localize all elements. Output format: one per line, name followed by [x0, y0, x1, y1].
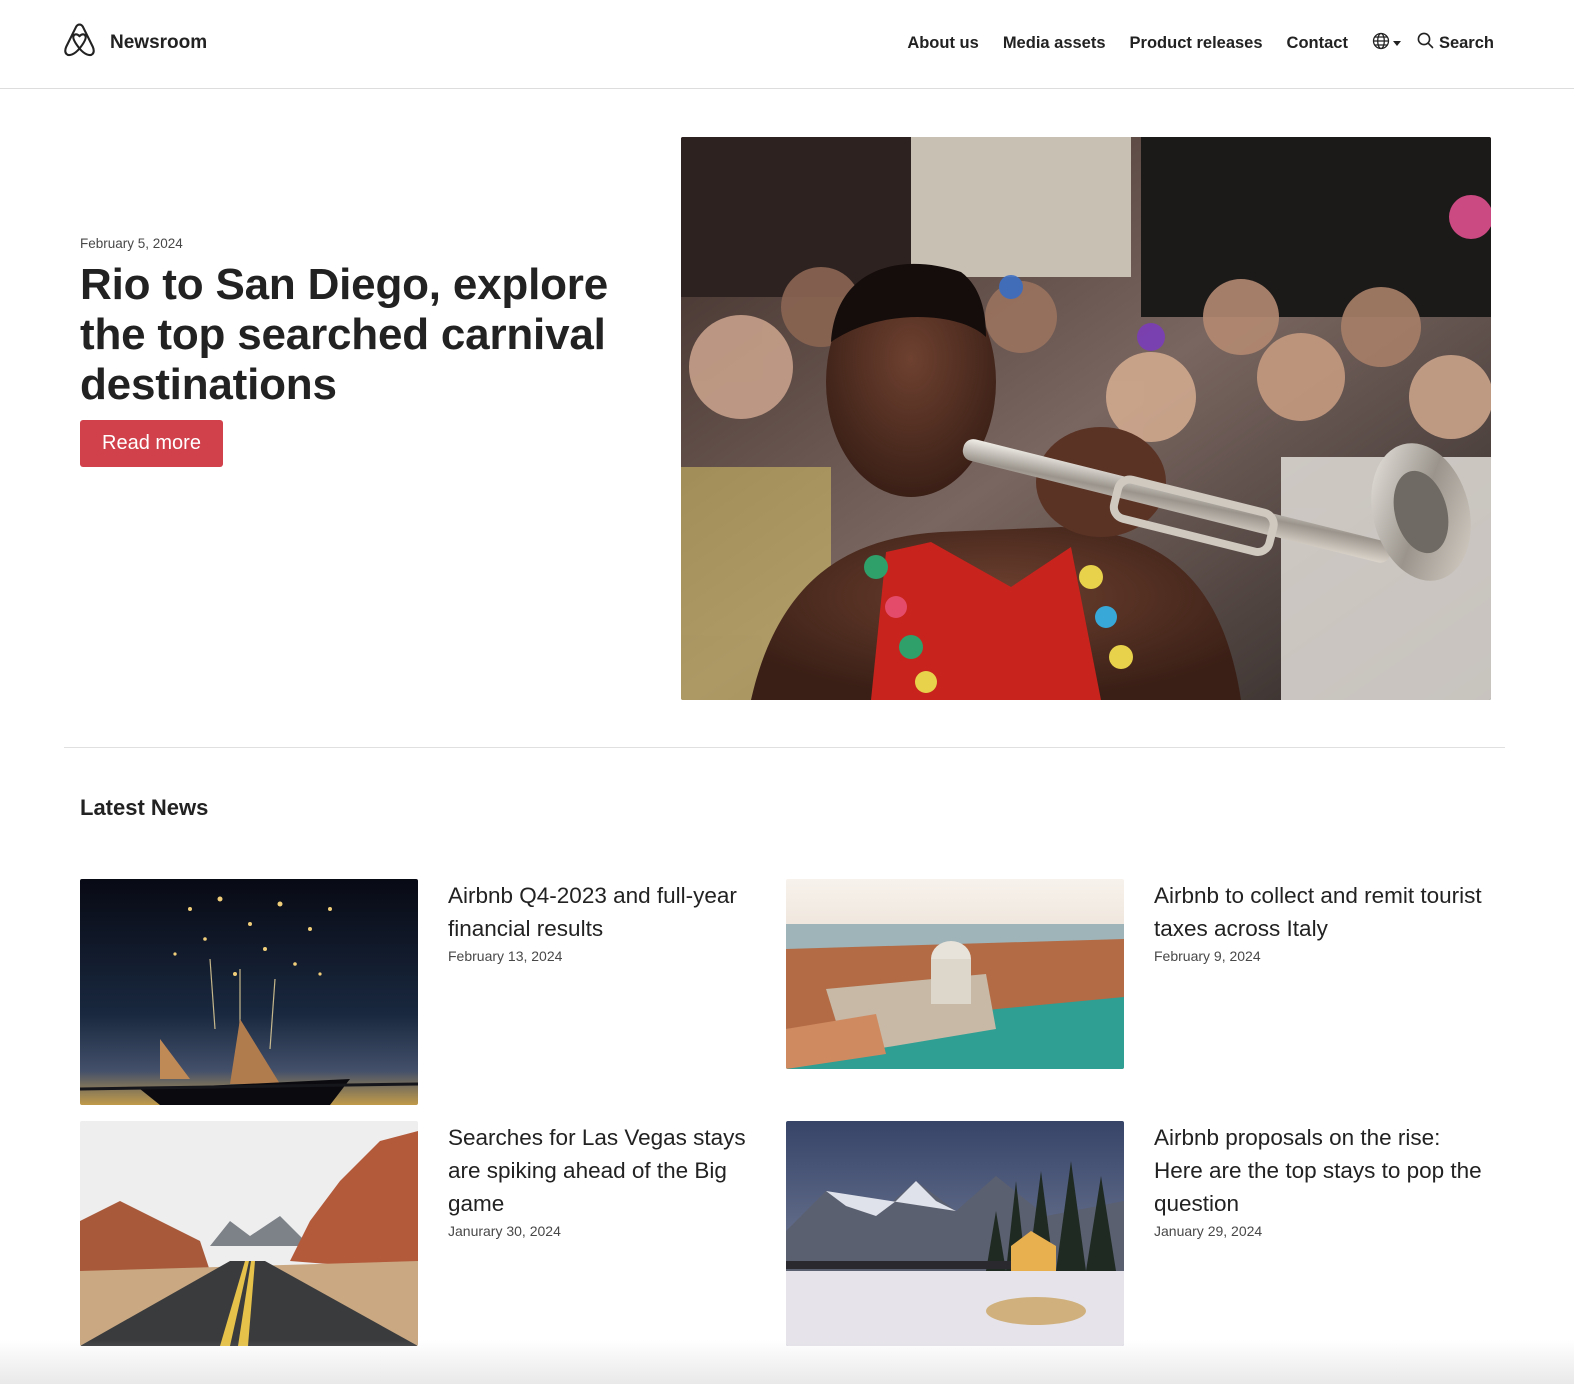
chevron-down-icon — [1392, 40, 1401, 46]
news-card[interactable]: Airbnb to collect and remit tourist taxe… — [786, 879, 1486, 1069]
news-card[interactable]: Airbnb proposals on the rise: Here are t… — [786, 1121, 1486, 1346]
section-divider — [64, 747, 1505, 748]
news-card-date: Janurary 30, 2024 — [448, 1223, 561, 1239]
read-more-button[interactable]: Read more — [80, 420, 223, 467]
news-card-body: Airbnb Q4-2023 and full-year financial r… — [448, 879, 778, 964]
news-card-title[interactable]: Airbnb to collect and remit tourist taxe… — [1154, 879, 1484, 945]
bottom-fade — [0, 1340, 1574, 1384]
globe-icon — [1372, 32, 1390, 55]
news-card-image[interactable] — [786, 1121, 1124, 1346]
site-header: Newsroom About us Media assets Product r… — [0, 0, 1574, 89]
news-card-image[interactable] — [80, 1121, 418, 1346]
news-card-image[interactable] — [786, 879, 1124, 1069]
news-card-title[interactable]: Airbnb proposals on the rise: Here are t… — [1154, 1121, 1484, 1220]
news-card[interactable]: Searches for Las Vegas stays are spiking… — [80, 1121, 780, 1346]
news-card[interactable]: Airbnb Q4-2023 and full-year financial r… — [80, 879, 780, 1105]
airbnb-belo-icon — [63, 23, 96, 64]
news-card-title[interactable]: Searches for Las Vegas stays are spiking… — [448, 1121, 778, 1220]
featured-image[interactable] — [681, 137, 1491, 700]
brand-link[interactable]: Newsroom — [63, 23, 208, 64]
nav-product-releases[interactable]: Product releases — [1130, 34, 1263, 53]
news-card-body: Airbnb to collect and remit tourist taxe… — [1154, 879, 1484, 964]
news-card-body: Searches for Las Vegas stays are spiking… — [448, 1121, 778, 1239]
nav-contact[interactable]: Contact — [1287, 34, 1348, 53]
featured-date: February 5, 2024 — [80, 236, 183, 251]
nav-media-assets[interactable]: Media assets — [1003, 34, 1106, 53]
search-icon — [1417, 32, 1439, 54]
language-selector[interactable] — [1372, 32, 1401, 55]
brand-name: Newsroom — [110, 32, 208, 53]
news-card-date: February 9, 2024 — [1154, 948, 1261, 964]
featured-title[interactable]: Rio to San Diego, explore the top search… — [80, 260, 660, 410]
search-label: Search — [1438, 33, 1494, 52]
featured-story: February 5, 2024 Rio to San Diego, explo… — [80, 236, 660, 467]
news-card-body: Airbnb proposals on the rise: Here are t… — [1154, 1121, 1484, 1239]
news-card-date: February 13, 2024 — [448, 948, 563, 964]
news-card-date: January 29, 2024 — [1154, 1223, 1263, 1239]
main-nav: About us Media assets Product releases C… — [907, 28, 1494, 58]
search-button[interactable]: Search — [1417, 32, 1494, 54]
nav-about-us[interactable]: About us — [907, 34, 979, 53]
news-card-title[interactable]: Airbnb Q4-2023 and full-year financial r… — [448, 879, 778, 945]
latest-news-heading: Latest News — [80, 795, 209, 820]
news-card-image[interactable] — [80, 879, 418, 1105]
